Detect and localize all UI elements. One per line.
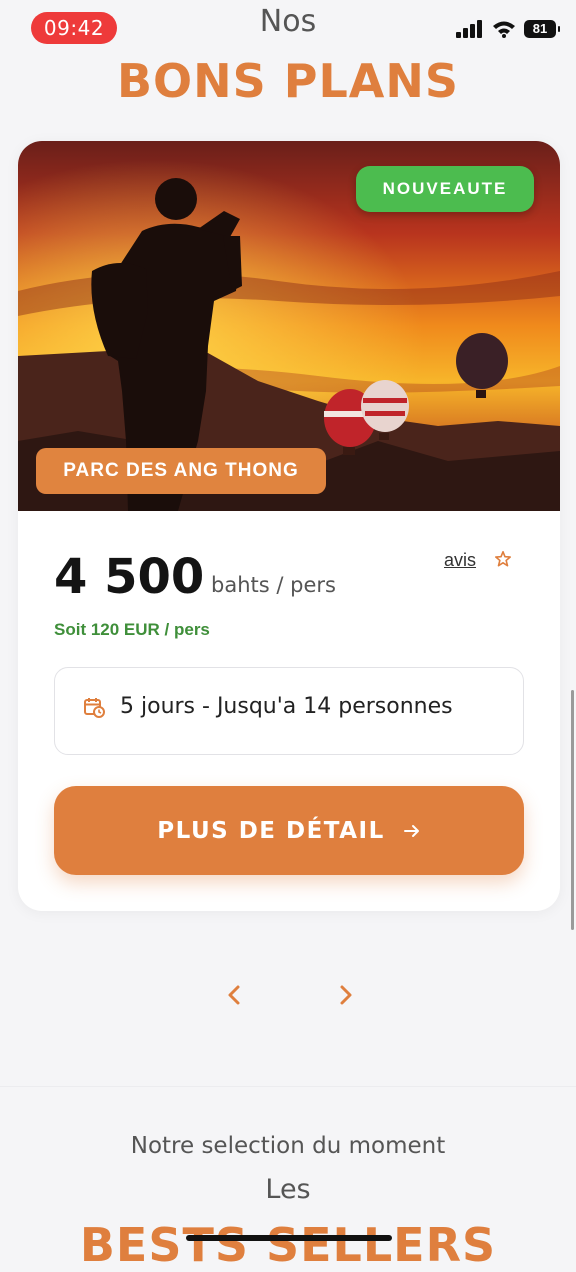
home-indicator[interactable]: [186, 1235, 392, 1241]
chevron-right-icon[interactable]: [336, 983, 356, 1007]
arrow-right-icon: [403, 824, 419, 837]
reviews-link[interactable]: avis: [444, 550, 476, 571]
detail-button[interactable]: PLUS DE DÉTAIL: [54, 786, 524, 875]
detail-button-label: PLUS DE DÉTAIL: [157, 817, 385, 844]
section-title: BONS PLANS: [116, 54, 460, 108]
star-icon: [494, 550, 512, 567]
price-conversion: Soit 120 EUR / pers: [54, 620, 210, 639]
section-title-bestsellers: BESTS SELLERS: [79, 1218, 497, 1272]
scrollbar[interactable]: [571, 690, 574, 930]
location-badge: PARC DES ANG THONG: [36, 448, 326, 494]
chevron-left-icon[interactable]: [224, 983, 244, 1007]
price-amount: 4 500: [54, 549, 205, 605]
new-badge: NOUVEAUTE: [356, 166, 534, 212]
section-header-small: Nos: [259, 4, 317, 39]
section-divider: [0, 1086, 576, 1087]
price-unit: bahts / pers: [211, 573, 336, 597]
duration-capacity-box: 5 jours - Jusqu'a 14 personnes: [54, 667, 524, 755]
calendar-clock-icon: [84, 698, 105, 718]
section-header-small: Les: [265, 1174, 311, 1205]
offer-card[interactable]: NOUVEAUTE PARC DES ANG THONG 4 500 bahts…: [18, 141, 560, 911]
section-subtitle: Notre selection du moment: [130, 1133, 446, 1159]
duration-capacity-text: 5 jours - Jusqu'a 14 personnes: [120, 694, 453, 719]
